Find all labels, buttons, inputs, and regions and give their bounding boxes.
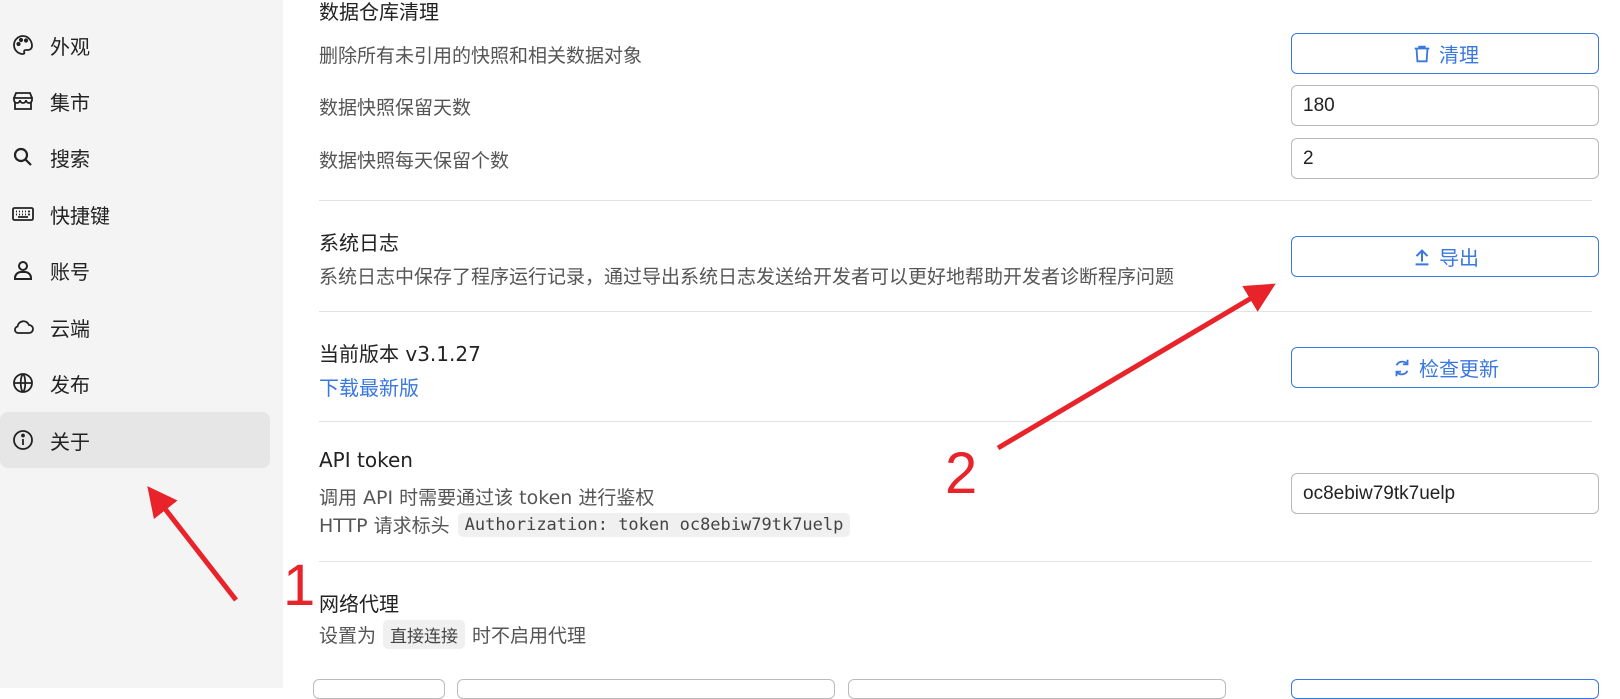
sidebar-item-label: 发布 bbox=[50, 372, 90, 397]
sidebar-item-keymap[interactable]: 快捷键 bbox=[0, 186, 270, 242]
proxy-port-input[interactable] bbox=[848, 679, 1226, 699]
divider bbox=[319, 200, 1592, 201]
sidebar-item-about[interactable]: 关于 bbox=[0, 412, 270, 468]
proxy-save-button[interactable] bbox=[1291, 679, 1599, 699]
store-icon bbox=[10, 88, 36, 114]
retain-days-label: 数据快照保留天数 bbox=[319, 97, 472, 119]
current-version: 当前版本 v3.1.27 bbox=[319, 342, 481, 366]
divider bbox=[319, 561, 1592, 562]
proxy-desc-suffix: 时不启用代理 bbox=[472, 625, 587, 647]
sidebar-item-label: 搜索 bbox=[50, 146, 90, 171]
http-header-code: Authorization: token oc8ebiw79tk7uelp bbox=[457, 512, 851, 537]
sidebar-item-label: 集市 bbox=[50, 90, 90, 115]
repo-cleanup-desc: 删除所有未引用的快照和相关数据对象 bbox=[319, 45, 643, 67]
keyboard-icon bbox=[10, 201, 36, 227]
check-update-label: 检查更新 bbox=[1419, 357, 1499, 381]
http-header-line: HTTP 请求标头 Authorization: token oc8ebiw79… bbox=[319, 511, 851, 538]
proxy-desc: 设置为 直接连接 时不启用代理 bbox=[319, 620, 586, 649]
proxy-host-input[interactable] bbox=[457, 679, 835, 699]
cleanup-button[interactable]: 清理 bbox=[1291, 33, 1599, 74]
export-button-label: 导出 bbox=[1439, 246, 1479, 270]
sidebar-item-bazaar[interactable]: 集市 bbox=[0, 73, 270, 129]
api-token-input[interactable] bbox=[1291, 473, 1599, 514]
api-token-desc: 调用 API 时需要通过该 token 进行鉴权 bbox=[319, 487, 655, 509]
info-icon bbox=[10, 427, 36, 453]
settings-panel: 数据仓库清理 删除所有未引用的快照和相关数据对象 清理 数据快照保留天数 数据快… bbox=[283, 0, 1620, 699]
export-log-button[interactable]: 导出 bbox=[1291, 236, 1599, 277]
sidebar-item-cloud[interactable]: 云端 bbox=[0, 299, 270, 355]
api-token-title: API token bbox=[319, 448, 413, 472]
sidebar-item-publish[interactable]: 发布 bbox=[0, 355, 270, 411]
sidebar-item-label: 云端 bbox=[50, 316, 90, 341]
globe-icon bbox=[10, 370, 36, 396]
cloud-icon bbox=[10, 314, 36, 340]
sidebar-item-label: 快捷键 bbox=[50, 203, 110, 228]
search-icon bbox=[10, 144, 36, 170]
cleanup-button-label: 清理 bbox=[1439, 43, 1479, 67]
retain-count-label: 数据快照每天保留个数 bbox=[319, 150, 510, 172]
refresh-icon bbox=[1391, 357, 1419, 379]
sidebar-item-label: 关于 bbox=[50, 429, 90, 454]
annotation-label-1: 1 bbox=[283, 553, 316, 618]
palette-icon bbox=[10, 32, 36, 58]
proxy-scheme-select[interactable] bbox=[313, 679, 445, 699]
user-icon bbox=[10, 257, 36, 283]
divider bbox=[319, 311, 1592, 312]
check-update-button[interactable]: 检查更新 bbox=[1291, 347, 1599, 388]
download-latest-link[interactable]: 下载最新版 bbox=[319, 372, 419, 401]
retain-days-input[interactable] bbox=[1291, 85, 1599, 126]
sidebar-item-label: 外观 bbox=[50, 34, 90, 59]
annotation-label-2: 2 bbox=[945, 441, 978, 506]
retain-count-input[interactable] bbox=[1291, 138, 1599, 179]
trash-icon bbox=[1411, 43, 1439, 65]
proxy-direct-code: 直接连接 bbox=[383, 620, 466, 649]
http-header-label: HTTP 请求标头 bbox=[319, 515, 450, 537]
system-log-desc: 系统日志中保存了程序运行记录，通过导出系统日志发送给开发者可以更好地帮助开发者诊… bbox=[319, 266, 1175, 288]
sidebar-item-label: 账号 bbox=[50, 259, 90, 284]
system-log-title: 系统日志 bbox=[319, 231, 399, 255]
divider bbox=[319, 421, 1592, 422]
upload-icon bbox=[1411, 246, 1439, 268]
proxy-desc-prefix: 设置为 bbox=[319, 625, 377, 647]
sidebar: 外观 集市 搜索 快捷键 账号 云端 发布 关于 bbox=[0, 0, 283, 688]
repo-cleanup-title: 数据仓库清理 bbox=[319, 0, 439, 24]
proxy-title: 网络代理 bbox=[319, 592, 399, 616]
sidebar-item-search[interactable]: 搜索 bbox=[0, 129, 270, 185]
sidebar-item-appearance[interactable]: 外观 bbox=[0, 17, 270, 73]
sidebar-item-account[interactable]: 账号 bbox=[0, 242, 270, 298]
